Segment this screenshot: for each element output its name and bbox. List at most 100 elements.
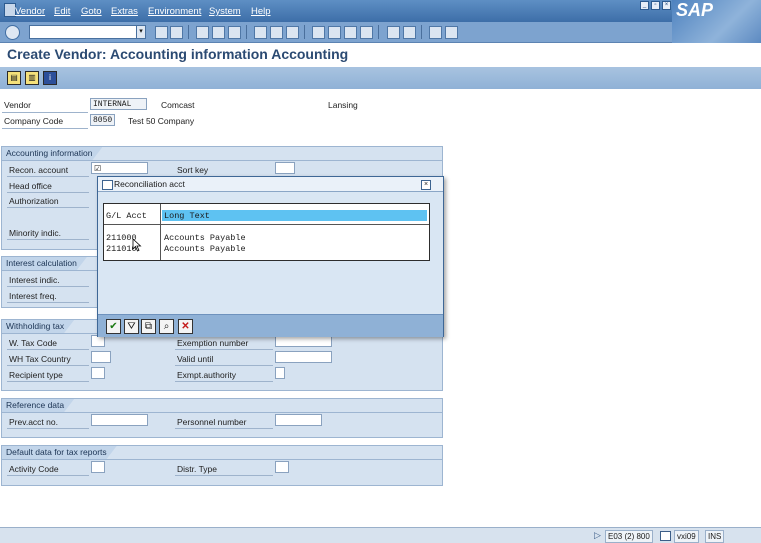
wh-tax-country-field[interactable] xyxy=(91,351,111,363)
reconciliation-acct-popup: Reconciliation acct × G/L Acct Long Text… xyxy=(97,176,444,337)
search-icon[interactable]: ⌕ xyxy=(159,319,174,334)
maximize-icon[interactable]: ▫ xyxy=(651,1,660,10)
menu-bar: Vendor Edit Goto Extras Environment Syst… xyxy=(0,0,761,22)
authorization-label: Authorization xyxy=(9,196,59,206)
company-code-field[interactable]: 8050 xyxy=(90,114,115,126)
menu-environment[interactable]: Environment xyxy=(148,6,201,17)
minimize-icon[interactable]: _ xyxy=(640,1,649,10)
back-history-icon[interactable] xyxy=(155,26,168,39)
group-title: Accounting information xyxy=(2,147,102,160)
popup-title-bar: Reconciliation acct × xyxy=(98,177,443,192)
close-icon[interactable]: × xyxy=(421,180,431,190)
menu-help[interactable]: Help xyxy=(251,6,271,17)
table-row-text[interactable]: Accounts Payable xyxy=(164,233,246,243)
tax-reports-group: Default data for tax reports Activity Co… xyxy=(1,445,443,486)
popup-title: Reconciliation acct xyxy=(114,179,185,189)
w-tax-code-label: W. Tax Code xyxy=(9,338,58,348)
page-title: Create Vendor: Accounting information Ac… xyxy=(7,46,349,62)
valid-until-field[interactable] xyxy=(275,351,332,363)
hit-list-table: G/L Acct Long Text 211000 Accounts Payab… xyxy=(103,203,430,261)
layout-menu-icon[interactable] xyxy=(445,26,458,39)
command-field[interactable]: ▾ xyxy=(29,25,146,39)
personnel-number-field[interactable] xyxy=(275,414,322,426)
print-icon[interactable] xyxy=(254,26,267,39)
reference-data-group: Reference data Prev.acct no. Personnel n… xyxy=(1,398,443,438)
previous-page-icon[interactable] xyxy=(328,26,341,39)
close-window-icon[interactable]: × xyxy=(662,1,671,10)
column-header-acct[interactable]: G/L Acct xyxy=(106,211,147,221)
activity-code-label: Activity Code xyxy=(9,464,59,474)
column-header-text[interactable]: Long Text xyxy=(164,211,210,221)
mouse-pointer-icon xyxy=(132,238,142,252)
company-name: Test 50 Company xyxy=(128,116,195,126)
head-office-label: Head office xyxy=(9,181,52,191)
enter-icon[interactable] xyxy=(5,25,20,40)
distr-type-label: Distr. Type xyxy=(177,464,217,474)
sort-key-field[interactable] xyxy=(275,162,295,174)
valid-until-label: Valid until xyxy=(177,354,214,364)
vendor-label: Vendor xyxy=(4,100,31,110)
group-title: Default data for tax reports xyxy=(2,446,117,459)
group-title: Reference data xyxy=(2,399,74,412)
status-bar: ▷ E03 (2) 800 vxi09 INS xyxy=(0,527,761,543)
menu-system[interactable]: System xyxy=(209,6,241,17)
find-next-icon[interactable] xyxy=(286,26,299,39)
table-row-text[interactable]: Accounts Payable xyxy=(164,244,246,254)
prev-acct-field[interactable] xyxy=(91,414,148,426)
menu-goto[interactable]: Goto xyxy=(81,6,102,17)
prev-acct-label: Prev.acct no. xyxy=(9,417,58,427)
menu-extras[interactable]: Extras xyxy=(111,6,138,17)
exmpt-authority-field[interactable] xyxy=(275,367,285,379)
wh-tax-country-label: WH Tax Country xyxy=(9,354,71,364)
first-page-icon[interactable] xyxy=(312,26,325,39)
vendor-name: Comcast xyxy=(161,100,195,110)
system-toolbar: ▾ xyxy=(0,22,672,43)
shortcut-icon[interactable] xyxy=(403,26,416,39)
help-icon[interactable] xyxy=(429,26,442,39)
application-toolbar: ▤ ▥ i xyxy=(0,67,761,89)
minority-indic-label: Minority indic. xyxy=(9,228,61,238)
interest-freq-label: Interest freq. xyxy=(9,291,57,301)
find-icon[interactable] xyxy=(270,26,283,39)
continue-check-icon[interactable]: ✔ xyxy=(106,319,121,334)
insert-mode[interactable]: INS xyxy=(705,530,725,543)
sap-logo: SAP xyxy=(672,0,761,46)
cancel-x-icon[interactable]: ✕ xyxy=(178,319,193,334)
filter-icon[interactable]: ⛛ xyxy=(124,319,139,334)
exmpt-authority-label: Exmpt.authority xyxy=(177,370,237,380)
next-page-icon[interactable] xyxy=(344,26,357,39)
exemption-number-label: Exemption number xyxy=(177,338,249,348)
system-info[interactable]: E03 (2) 800 xyxy=(605,530,653,543)
menu-edit[interactable]: Edit xyxy=(54,6,70,17)
info-icon[interactable]: i xyxy=(43,71,57,85)
menu-vendor[interactable]: Vendor xyxy=(15,6,45,17)
sort-key-label: Sort key xyxy=(177,165,209,175)
save-icon[interactable] xyxy=(170,26,183,39)
interest-indic-label: Interest indic. xyxy=(9,275,60,285)
document-icon[interactable]: ▥ xyxy=(25,71,39,85)
new-session-icon[interactable] xyxy=(387,26,400,39)
address-icon[interactable]: ▤ xyxy=(7,71,21,85)
activity-code-field[interactable] xyxy=(91,461,105,473)
server-name: vxi09 xyxy=(674,530,699,543)
command-history-icon[interactable]: ▾ xyxy=(136,26,145,38)
vendor-field[interactable]: INTERNAL xyxy=(90,98,147,110)
cancel-icon[interactable] xyxy=(228,26,241,39)
session-icon xyxy=(660,531,671,541)
group-title: Interest calculation xyxy=(2,257,87,270)
popup-toolbar: ✔ ⛛ ⧉ ⌕ ✕ xyxy=(98,314,443,337)
last-page-icon[interactable] xyxy=(360,26,373,39)
status-expand-icon[interactable]: ▷ xyxy=(594,530,601,541)
distr-type-field[interactable] xyxy=(275,461,289,473)
back-icon[interactable] xyxy=(196,26,209,39)
copy-icon[interactable]: ⧉ xyxy=(141,319,156,334)
recon-account-label: Recon. account xyxy=(9,165,69,175)
recon-account-field[interactable]: ☑ xyxy=(91,162,148,174)
exit-icon[interactable] xyxy=(212,26,225,39)
title-bar: Create Vendor: Accounting information Ac… xyxy=(0,43,761,67)
recipient-type-field[interactable] xyxy=(91,367,105,379)
vendor-city: Lansing xyxy=(328,100,358,110)
recipient-type-label: Recipient type xyxy=(9,370,63,380)
personnel-number-label: Personnel number xyxy=(177,417,247,427)
window-icon xyxy=(102,180,113,190)
